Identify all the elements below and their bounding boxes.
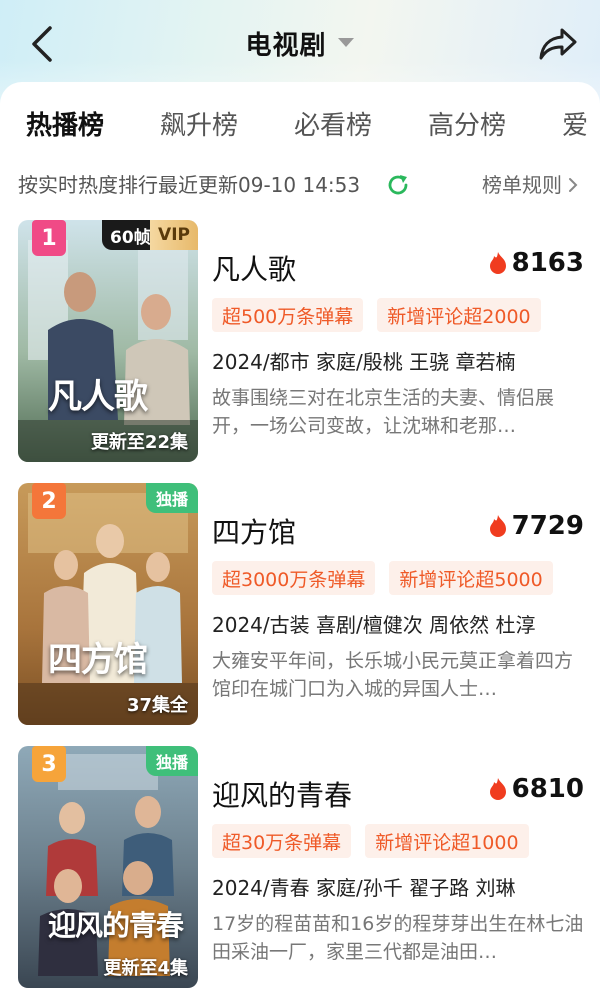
update-time-text: 按实时热度排行最近更新09-10 14:53 [18, 173, 361, 197]
flame-icon [489, 515, 506, 537]
ranking-panel: 热播榜 飙升榜 必看榜 高分榜 爱 按实时热度排行最近更新09-10 14:53… [0, 82, 600, 999]
tab-bar: 热播榜 飙升榜 必看榜 高分榜 爱 [0, 102, 600, 150]
heat-score: 6810 [488, 774, 584, 804]
rank-badge: 1 [32, 220, 66, 256]
show-description: 17岁的程苗苗和16岁的程芽芽出生在林七油田采油一厂，家里三代都是油田… [212, 913, 584, 963]
tab-more[interactable]: 爱 [562, 106, 588, 146]
exclusive-tag-label: 独播 [155, 753, 188, 772]
rank-number: 3 [41, 751, 57, 777]
tab-more-label: 爱 [562, 111, 589, 141]
poster-logo: 四方馆 [48, 640, 148, 680]
tab-rising[interactable]: 飙升榜 [160, 106, 238, 146]
ranking-item[interactable]: 2 独播 四方馆 37集全 四方馆 7729 超3000万条弹幕 新增评论超50… [0, 483, 600, 731]
poster-image [18, 746, 198, 988]
heat-score: 7729 [488, 511, 584, 541]
flame-icon [489, 778, 506, 800]
share-button[interactable] [536, 22, 580, 66]
show-meta: 2024/青春 家庭/孙千 翟子路 刘琳 [212, 876, 516, 900]
vip-tag: VIP [150, 220, 198, 250]
chip-row: 超30万条弹幕 新增评论超1000 [212, 824, 529, 858]
show-title[interactable]: 迎风的青春 [212, 774, 352, 814]
show-description: 大雍安平年间，长乐城小民元莫正拿着四方馆印在城门口为入城的异国人士… [212, 650, 574, 700]
comment-chip: 新增评论超1000 [365, 824, 529, 858]
danmaku-chip: 超3000万条弹幕 [212, 561, 376, 595]
flame-icon [489, 252, 506, 274]
tab-hot[interactable]: 热播榜 [26, 106, 105, 148]
danmaku-chip: 超500万条弹幕 [212, 298, 364, 332]
ranking-item[interactable]: 1 60帧 VIP 凡人歌 更新至22集 凡人歌 8163 超500万条弹幕 新… [0, 220, 600, 468]
show-title[interactable]: 四方馆 [212, 511, 296, 551]
show-description: 故事围绕三对在北京生活的夫妻、情侣展开，一场公司变故，让沈琳和老那… [212, 387, 555, 437]
exclusive-tag-label: 独播 [155, 490, 188, 509]
item-info: 凡人歌 8163 超500万条弹幕 新增评论超2000 2024/都市 家庭/殷… [212, 220, 584, 462]
heat-value: 7729 [511, 511, 584, 541]
tab-must-watch[interactable]: 必看榜 [294, 106, 372, 146]
refresh-icon[interactable] [386, 173, 410, 197]
heat-value: 6810 [511, 774, 584, 804]
comment-chip: 新增评论超2000 [377, 298, 541, 332]
chevron-left-icon [32, 26, 52, 62]
header: 电视剧 [0, 0, 600, 86]
chevron-right-icon [569, 178, 578, 192]
episode-status: 37集全 [126, 695, 188, 716]
caret-down-icon [337, 38, 354, 47]
show-meta: 2024/都市 家庭/殷桃 王骁 章若楠 [212, 350, 516, 374]
rank-number: 2 [41, 488, 57, 514]
poster-image [18, 220, 198, 462]
exclusive-tag: 独播 [145, 746, 198, 776]
tab-must-watch-label: 必看榜 [294, 111, 373, 141]
ranking-rules-label: 榜单规则 [482, 173, 562, 197]
episode-status: 更新至22集 [90, 432, 188, 453]
tab-rising-label: 飙升榜 [160, 111, 239, 141]
ranking-subbar: 按实时热度排行最近更新09-10 14:53 榜单规则 [0, 170, 600, 200]
channel-selector[interactable]: 电视剧 [245, 25, 354, 62]
tab-hot-label: 热播榜 [26, 111, 105, 141]
show-meta: 2024/古装 喜剧/檀健次 周依然 杜淳 [212, 613, 536, 637]
fps-tag-label: 60帧 [110, 227, 151, 248]
item-info: 四方馆 7729 超3000万条弹幕 新增评论超5000 2024/古装 喜剧/… [212, 483, 584, 725]
item-info: 迎风的青春 6810 超30万条弹幕 新增评论超1000 2024/青春 家庭/… [212, 746, 584, 988]
rank-badge: 3 [32, 746, 66, 782]
vip-tag-label: VIP [158, 225, 190, 245]
rank-badge: 2 [32, 483, 66, 519]
poster-image [18, 483, 198, 725]
tab-high-score-label: 高分榜 [428, 111, 507, 141]
exclusive-tag: 独播 [145, 483, 198, 513]
poster[interactable]: 2 独播 四方馆 37集全 [18, 483, 198, 725]
heat-score: 8163 [488, 248, 584, 278]
page-title: 电视剧 [245, 30, 327, 61]
poster[interactable]: 1 60帧 VIP 凡人歌 更新至22集 [18, 220, 198, 462]
comment-chip: 新增评论超5000 [389, 561, 553, 595]
ranking-rules-link[interactable]: 榜单规则 [482, 170, 578, 200]
back-button[interactable] [22, 22, 62, 66]
heat-value: 8163 [511, 248, 584, 278]
poster-logo: 凡人歌 [48, 377, 148, 417]
share-icon [539, 28, 577, 60]
poster-logo: 迎风的青春 [48, 909, 184, 942]
poster[interactable]: 3 独播 迎风的青春 更新至4集 [18, 746, 198, 988]
tab-high-score[interactable]: 高分榜 [428, 106, 506, 146]
chip-row: 超500万条弹幕 新增评论超2000 [212, 298, 541, 332]
ranking-item[interactable]: 3 独播 迎风的青春 更新至4集 迎风的青春 6810 超30万条弹幕 新增评论… [0, 746, 600, 994]
episode-status: 更新至4集 [103, 958, 188, 979]
active-tab-indicator [28, 140, 74, 148]
chip-row: 超3000万条弹幕 新增评论超5000 [212, 561, 553, 595]
danmaku-chip: 超30万条弹幕 [212, 824, 352, 858]
show-title[interactable]: 凡人歌 [212, 248, 296, 288]
rank-number: 1 [41, 225, 57, 251]
